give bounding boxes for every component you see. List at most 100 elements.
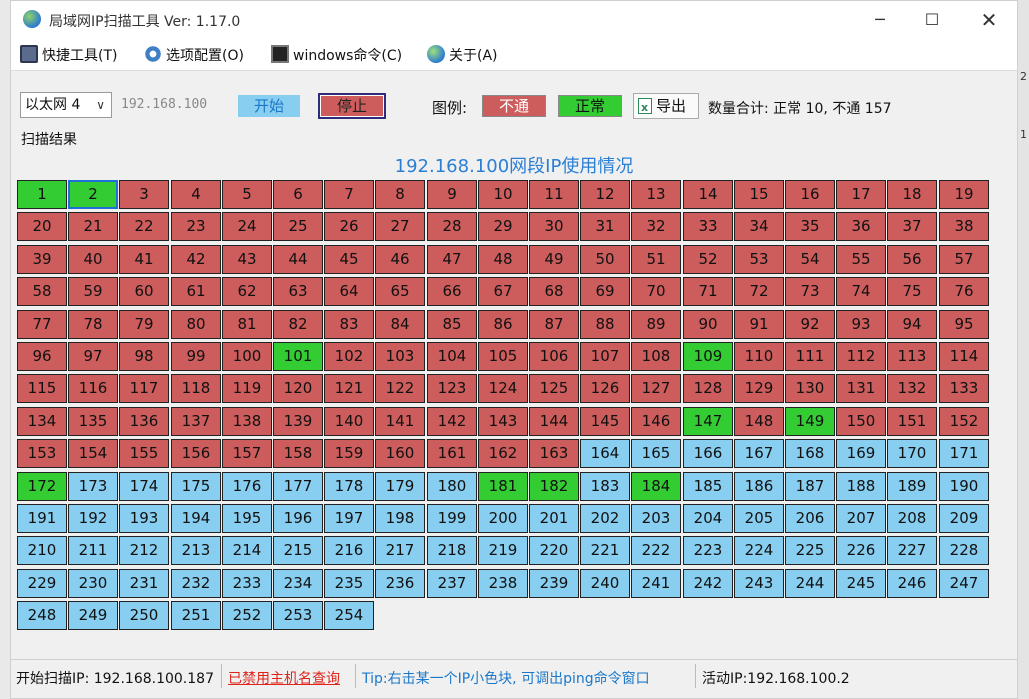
ip-cell[interactable]: 177 xyxy=(273,472,323,501)
ip-cell[interactable]: 149 xyxy=(785,407,835,436)
ip-cell[interactable]: 254 xyxy=(324,601,374,630)
ip-cell[interactable]: 179 xyxy=(375,472,425,501)
ip-cell[interactable]: 38 xyxy=(939,212,989,241)
ip-cell[interactable]: 150 xyxy=(836,407,886,436)
ip-cell[interactable]: 140 xyxy=(324,407,374,436)
ip-cell[interactable]: 78 xyxy=(68,310,118,339)
ip-cell[interactable]: 92 xyxy=(785,310,835,339)
ip-cell[interactable]: 246 xyxy=(887,569,937,598)
maximize-button[interactable]: ☐ xyxy=(909,5,955,35)
ip-cell[interactable]: 111 xyxy=(785,342,835,371)
ip-cell[interactable]: 170 xyxy=(887,439,937,468)
ip-cell[interactable]: 173 xyxy=(68,472,118,501)
ip-cell[interactable]: 30 xyxy=(529,212,579,241)
ip-cell[interactable]: 39 xyxy=(17,245,67,274)
ip-cell[interactable]: 154 xyxy=(68,439,118,468)
ip-cell[interactable]: 232 xyxy=(171,569,221,598)
ip-cell[interactable]: 79 xyxy=(119,310,169,339)
ip-cell[interactable]: 32 xyxy=(631,212,681,241)
ip-cell[interactable]: 158 xyxy=(273,439,323,468)
menu-windows-commands[interactable]: windows命令(C) xyxy=(271,45,402,67)
ip-cell[interactable]: 131 xyxy=(836,374,886,403)
start-button[interactable]: 开始 xyxy=(238,95,300,117)
ip-cell[interactable]: 228 xyxy=(939,536,989,565)
ip-cell[interactable]: 243 xyxy=(734,569,784,598)
ip-cell[interactable]: 159 xyxy=(324,439,374,468)
ip-cell[interactable]: 94 xyxy=(887,310,937,339)
ip-cell[interactable]: 8 xyxy=(375,180,425,209)
ip-cell[interactable]: 49 xyxy=(529,245,579,274)
ip-cell[interactable]: 101 xyxy=(273,342,323,371)
ip-cell[interactable]: 99 xyxy=(171,342,221,371)
ip-cell[interactable]: 117 xyxy=(119,374,169,403)
ip-cell[interactable]: 2 xyxy=(68,180,118,209)
ip-cell[interactable]: 29 xyxy=(478,212,528,241)
ip-cell[interactable]: 182 xyxy=(529,472,579,501)
ip-cell[interactable]: 214 xyxy=(222,536,272,565)
ip-cell[interactable]: 36 xyxy=(836,212,886,241)
ip-cell[interactable]: 100 xyxy=(222,342,272,371)
ip-cell[interactable]: 6 xyxy=(273,180,323,209)
ip-cell[interactable]: 102 xyxy=(324,342,374,371)
ip-cell[interactable]: 110 xyxy=(734,342,784,371)
ip-cell[interactable]: 225 xyxy=(785,536,835,565)
ip-cell[interactable]: 58 xyxy=(17,277,67,306)
ip-cell[interactable]: 7 xyxy=(324,180,374,209)
ip-cell[interactable]: 69 xyxy=(580,277,630,306)
ip-cell[interactable]: 221 xyxy=(580,536,630,565)
ip-cell[interactable]: 193 xyxy=(119,504,169,533)
ip-cell[interactable]: 96 xyxy=(17,342,67,371)
ip-cell[interactable]: 119 xyxy=(222,374,272,403)
ip-cell[interactable]: 186 xyxy=(734,472,784,501)
ip-cell[interactable]: 93 xyxy=(836,310,886,339)
ip-cell[interactable]: 189 xyxy=(887,472,937,501)
ip-cell[interactable]: 75 xyxy=(887,277,937,306)
ip-cell[interactable]: 143 xyxy=(478,407,528,436)
ip-cell[interactable]: 200 xyxy=(478,504,528,533)
ip-cell[interactable]: 160 xyxy=(375,439,425,468)
ip-cell[interactable]: 120 xyxy=(273,374,323,403)
close-button[interactable]: ✕ xyxy=(966,5,1012,35)
ip-cell[interactable]: 195 xyxy=(222,504,272,533)
ip-cell[interactable]: 212 xyxy=(119,536,169,565)
ip-cell[interactable]: 122 xyxy=(375,374,425,403)
ip-cell[interactable]: 181 xyxy=(478,472,528,501)
ip-cell[interactable]: 9 xyxy=(427,180,477,209)
ip-cell[interactable]: 166 xyxy=(683,439,733,468)
ip-cell[interactable]: 57 xyxy=(939,245,989,274)
ip-cell[interactable]: 68 xyxy=(529,277,579,306)
ip-cell[interactable]: 218 xyxy=(427,536,477,565)
ip-cell[interactable]: 90 xyxy=(683,310,733,339)
ip-cell[interactable]: 184 xyxy=(631,472,681,501)
ip-cell[interactable]: 80 xyxy=(171,310,221,339)
ip-cell[interactable]: 135 xyxy=(68,407,118,436)
ip-cell[interactable]: 4 xyxy=(171,180,221,209)
ip-cell[interactable]: 127 xyxy=(631,374,681,403)
ip-cell[interactable]: 77 xyxy=(17,310,67,339)
ip-cell[interactable]: 168 xyxy=(785,439,835,468)
stop-button[interactable]: 停止 xyxy=(317,92,387,120)
ip-cell[interactable]: 194 xyxy=(171,504,221,533)
ip-cell[interactable]: 145 xyxy=(580,407,630,436)
ip-cell[interactable]: 192 xyxy=(68,504,118,533)
ip-cell[interactable]: 174 xyxy=(119,472,169,501)
ip-cell[interactable]: 123 xyxy=(427,374,477,403)
ip-cell[interactable]: 40 xyxy=(68,245,118,274)
ip-cell[interactable]: 41 xyxy=(119,245,169,274)
ip-cell[interactable]: 235 xyxy=(324,569,374,598)
ip-cell[interactable]: 215 xyxy=(273,536,323,565)
ip-cell[interactable]: 17 xyxy=(836,180,886,209)
ip-cell[interactable]: 86 xyxy=(478,310,528,339)
ip-cell[interactable]: 21 xyxy=(68,212,118,241)
ip-cell[interactable]: 148 xyxy=(734,407,784,436)
ip-cell[interactable]: 67 xyxy=(478,277,528,306)
ip-cell[interactable]: 238 xyxy=(478,569,528,598)
ip-cell[interactable]: 82 xyxy=(273,310,323,339)
ip-cell[interactable]: 247 xyxy=(939,569,989,598)
ip-cell[interactable]: 46 xyxy=(375,245,425,274)
ip-cell[interactable]: 45 xyxy=(324,245,374,274)
ip-cell[interactable]: 223 xyxy=(683,536,733,565)
ip-cell[interactable]: 50 xyxy=(580,245,630,274)
ip-cell[interactable]: 219 xyxy=(478,536,528,565)
ip-cell[interactable]: 51 xyxy=(631,245,681,274)
